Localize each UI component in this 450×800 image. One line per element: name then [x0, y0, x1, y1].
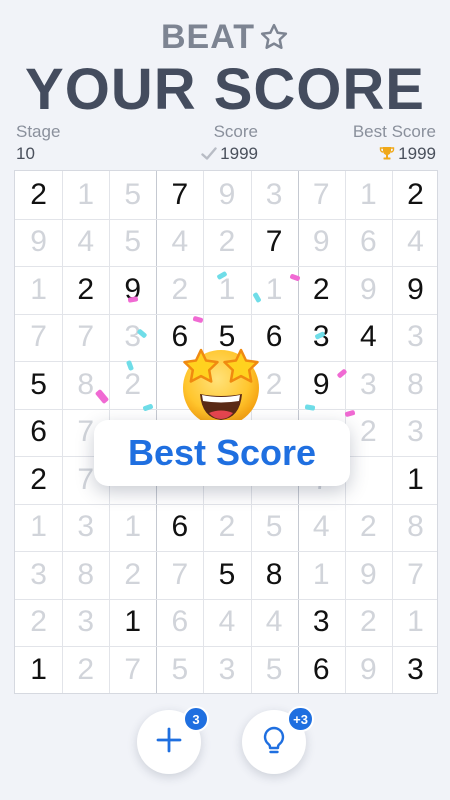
number-cell[interactable]: 1	[298, 551, 345, 599]
number-cell[interactable]: 4	[392, 219, 437, 267]
number-cell[interactable]: 9	[298, 361, 345, 409]
number-cell[interactable]: 1	[62, 171, 109, 219]
number-cell[interactable]: 7	[156, 551, 203, 599]
number-cell[interactable]: 7	[298, 171, 345, 219]
number-cell[interactable]: 9	[345, 646, 392, 693]
number-cell[interactable]: 5	[203, 551, 250, 599]
number-cell[interactable]: 4	[298, 504, 345, 552]
number-cell[interactable]: 1	[15, 266, 62, 314]
number-cell[interactable]: 5	[15, 361, 62, 409]
number-cell[interactable]: 9	[392, 266, 437, 314]
number-cell[interactable]: 9	[203, 171, 250, 219]
number-cell[interactable]: 3	[62, 599, 109, 647]
number-cell[interactable]: 3	[298, 599, 345, 647]
number-cell[interactable]: 2	[15, 599, 62, 647]
number-cell[interactable]: 4	[156, 219, 203, 267]
number-cell[interactable]: 2	[15, 456, 62, 504]
trophy-icon	[379, 145, 395, 166]
best-score-stat: Best Score 1999	[353, 122, 436, 166]
number-cell[interactable]: 4	[62, 219, 109, 267]
number-cell[interactable]: 4	[203, 599, 250, 647]
star-struck-emoji	[176, 340, 266, 430]
number-cell[interactable]: 9	[15, 219, 62, 267]
number-cell[interactable]: 7	[15, 314, 62, 362]
number-cell[interactable]: 2	[203, 219, 250, 267]
number-cell[interactable]: 3	[251, 171, 298, 219]
number-cell[interactable]	[345, 456, 392, 504]
number-cell[interactable]: 3	[62, 504, 109, 552]
stage-stat: Stage 10	[16, 122, 60, 164]
add-numbers-button[interactable]: 3	[137, 706, 209, 774]
headline-beat: BEAT	[0, 18, 450, 61]
number-cell[interactable]: 6	[156, 504, 203, 552]
number-cell[interactable]: 5	[251, 646, 298, 693]
number-cell[interactable]: 7	[251, 219, 298, 267]
check-icon	[201, 146, 217, 166]
best-score-popup: Best Score	[94, 420, 350, 486]
number-cell[interactable]: 6	[298, 646, 345, 693]
number-cell[interactable]: 2	[203, 504, 250, 552]
number-cell[interactable]: 4	[345, 314, 392, 362]
number-cell[interactable]: 7	[392, 551, 437, 599]
number-cell[interactable]: 3	[392, 646, 437, 693]
score-label: Score	[213, 122, 258, 141]
headline-your-score: YOUR SCORE	[25, 57, 425, 122]
number-cell[interactable]: 2	[345, 504, 392, 552]
number-cell[interactable]: 7	[62, 314, 109, 362]
number-cell[interactable]: 4	[251, 599, 298, 647]
number-cell[interactable]: 3	[345, 361, 392, 409]
number-cell[interactable]: 1	[392, 456, 437, 504]
number-cell[interactable]: 5	[251, 504, 298, 552]
number-cell[interactable]: 3	[15, 551, 62, 599]
number-cell[interactable]: 5	[109, 171, 156, 219]
number-cell[interactable]: 5	[156, 646, 203, 693]
number-cell[interactable]: 8	[392, 504, 437, 552]
lightbulb-icon	[260, 725, 288, 760]
number-cell[interactable]: 5	[109, 219, 156, 267]
plus-icon	[154, 725, 184, 760]
number-cell[interactable]: 3	[392, 409, 437, 457]
number-cell[interactable]: 8	[62, 551, 109, 599]
number-cell[interactable]: 7	[109, 646, 156, 693]
best-score-label: Best Score	[352, 122, 436, 141]
number-cell[interactable]: 8	[392, 361, 437, 409]
hint-button[interactable]: +3	[242, 706, 314, 774]
best-score-value: 1999	[398, 144, 436, 163]
number-cell[interactable]: 1	[15, 646, 62, 693]
number-cell[interactable]: 8	[251, 551, 298, 599]
number-cell[interactable]: 3	[203, 646, 250, 693]
number-cell[interactable]: 6	[15, 409, 62, 457]
number-cell[interactable]: 2	[15, 171, 62, 219]
number-cell[interactable]: 1	[109, 504, 156, 552]
number-cell[interactable]: 2	[345, 409, 392, 457]
stage-label: Stage	[16, 122, 61, 141]
number-cell[interactable]: 9	[109, 266, 156, 314]
number-cell[interactable]: 6	[156, 599, 203, 647]
number-cell[interactable]: 2	[62, 266, 109, 314]
score-value: 1999	[220, 144, 258, 163]
number-cell[interactable]: 2	[62, 646, 109, 693]
number-cell[interactable]: 9	[298, 219, 345, 267]
number-cell[interactable]: 1	[345, 171, 392, 219]
number-cell[interactable]: 2	[392, 171, 437, 219]
number-cell[interactable]: 1	[392, 599, 437, 647]
number-cell[interactable]: 2	[345, 599, 392, 647]
number-cell[interactable]: 6	[345, 219, 392, 267]
number-cell[interactable]: 3	[392, 314, 437, 362]
number-cell[interactable]: 1	[203, 266, 250, 314]
number-cell[interactable]: 9	[345, 551, 392, 599]
hint-count-badge: +3	[287, 706, 314, 732]
number-cell[interactable]: 3	[109, 314, 156, 362]
number-cell[interactable]: 2	[156, 266, 203, 314]
add-count-badge: 3	[183, 706, 209, 732]
number-cell[interactable]: 9	[345, 266, 392, 314]
number-cell[interactable]: 7	[156, 171, 203, 219]
number-cell[interactable]: 1	[109, 599, 156, 647]
stage-value: 10	[16, 144, 35, 163]
headline-beat-text: BEAT	[160, 18, 256, 56]
score-stat: Score 1999	[192, 122, 258, 166]
number-cell[interactable]: 1	[15, 504, 62, 552]
number-cell[interactable]: 2	[109, 551, 156, 599]
number-cell[interactable]: 2	[298, 266, 345, 314]
